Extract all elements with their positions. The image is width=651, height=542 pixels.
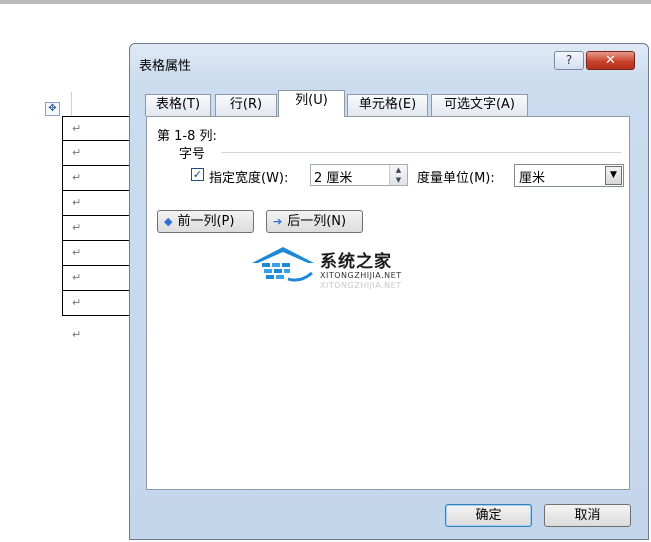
watermark: 系统之家 XITONGZHIJIA.NET XITONGZHIJIA.NET — [250, 243, 410, 295]
paragraph-mark: ↵ — [72, 146, 82, 159]
tab-cell[interactable]: 单元格(E) — [347, 94, 428, 116]
watermark-title: 系统之家 — [320, 252, 392, 272]
paragraph-mark: ↵ — [72, 271, 82, 284]
arrow-right-icon: ➔ — [273, 215, 283, 228]
unit-select[interactable]: 厘米 ▼ — [514, 164, 624, 187]
watermark-subtitle-reflection: XITONGZHIJIA.NET — [320, 281, 402, 290]
column-range-label: 第 1-8 列: — [157, 129, 217, 144]
paragraph-mark: ↵ — [72, 328, 82, 341]
specify-width-checkbox[interactable]: ✓ — [191, 168, 204, 181]
width-stepper[interactable]: 2 厘米 ▲ ▼ — [310, 164, 408, 186]
arrow-left-icon: ◆ — [164, 215, 173, 228]
tab-row[interactable]: 行(R) — [215, 94, 277, 116]
table-row[interactable]: ↵ — [62, 241, 132, 266]
table-row[interactable]: ↵ — [62, 291, 132, 316]
document-table: ↵ ↵ ↵ ↵ ↵ ↵ ↵ ↵ — [62, 116, 132, 316]
previous-column-label: 前一列(P) — [177, 214, 235, 229]
close-button[interactable]: ✕ — [586, 51, 635, 70]
watermark-logo-icon — [252, 247, 314, 282]
next-column-button[interactable]: ➔ 后一列(N) — [266, 210, 363, 233]
unit-label: 度量单位(M): — [417, 171, 495, 186]
tab-alt-text[interactable]: 可选文字(A) — [431, 94, 528, 116]
tab-column[interactable]: 列(U) — [278, 90, 345, 117]
section-divider — [221, 152, 621, 153]
table-row[interactable]: ↵ — [62, 166, 132, 191]
previous-column-button[interactable]: ◆ 前一列(P) — [157, 210, 254, 233]
watermark-subtitle: XITONGZHIJIA.NET — [320, 271, 402, 280]
table-properties-dialog: 表格属性 ? ✕ 表格(T) 行(R) 列(U) 单元格(E) 可选文字(A) … — [129, 43, 649, 540]
paragraph-mark: ↵ — [72, 122, 82, 135]
help-button[interactable]: ? — [554, 51, 584, 70]
paragraph-mark: ↵ — [72, 196, 82, 209]
table-move-handle-icon[interactable]: ✥ — [45, 102, 60, 116]
table-row[interactable]: ↵ — [62, 266, 132, 291]
paragraph-mark: ↵ — [72, 296, 82, 309]
dialog-title: 表格属性 — [139, 59, 192, 74]
ok-button[interactable]: 确定 — [445, 504, 532, 527]
tab-table[interactable]: 表格(T) — [145, 94, 211, 116]
paragraph-mark: ↵ — [72, 171, 82, 184]
chevron-down-icon[interactable]: ▼ — [605, 166, 622, 185]
next-column-label: 后一列(N) — [287, 214, 347, 229]
paragraph-mark: ↵ — [72, 221, 82, 234]
table-guide-line — [71, 92, 72, 116]
width-spin-buttons: ▲ ▼ — [389, 165, 407, 185]
unit-value: 厘米 — [519, 171, 546, 186]
spin-up-icon[interactable]: ▲ — [390, 165, 407, 175]
width-value: 2 厘米 — [314, 171, 353, 186]
cancel-button[interactable]: 取消 — [544, 504, 631, 527]
paragraph-mark: ↵ — [72, 246, 82, 259]
table-row[interactable]: ↵ — [62, 191, 132, 216]
spin-down-icon[interactable]: ▼ — [390, 175, 407, 185]
column-tab-panel: 第 1-8 列: 字号 ✓ 指定宽度(W): 2 厘米 ▲ ▼ 度量单位(M):… — [146, 116, 630, 490]
specify-width-label[interactable]: 指定宽度(W): — [209, 167, 288, 186]
table-row[interactable]: ↵ — [62, 141, 132, 166]
section-label: 字号 — [179, 147, 206, 162]
top-border — [0, 0, 651, 4]
table-row[interactable]: ↵ — [62, 116, 132, 141]
table-row[interactable]: ↵ — [62, 216, 132, 241]
